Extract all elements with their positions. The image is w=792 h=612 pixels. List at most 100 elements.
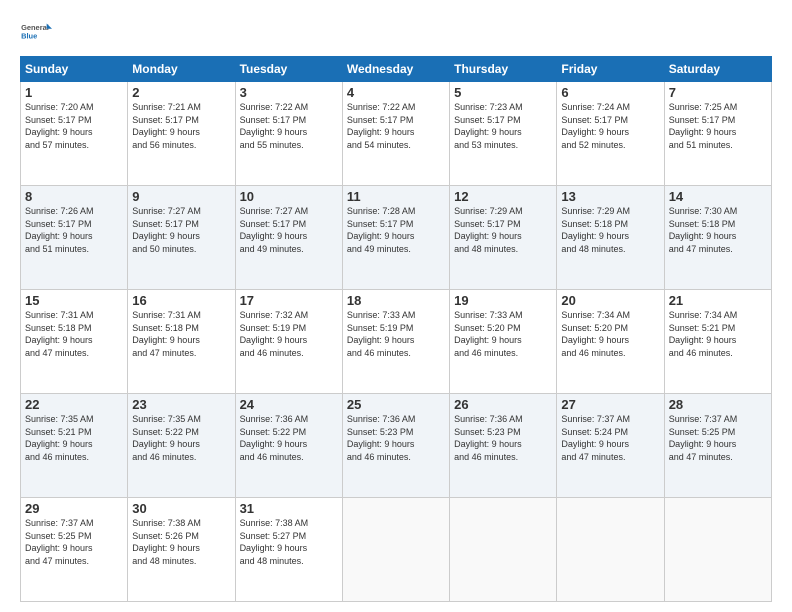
- day-info: Sunrise: 7:37 AM Sunset: 5:25 PM Dayligh…: [669, 413, 767, 463]
- week-row-3: 15Sunrise: 7:31 AM Sunset: 5:18 PM Dayli…: [21, 290, 772, 394]
- day-info: Sunrise: 7:21 AM Sunset: 5:17 PM Dayligh…: [132, 101, 230, 151]
- day-number: 21: [669, 293, 767, 308]
- day-cell: 12Sunrise: 7:29 AM Sunset: 5:17 PM Dayli…: [450, 186, 557, 290]
- day-number: 12: [454, 189, 552, 204]
- day-info: Sunrise: 7:29 AM Sunset: 5:17 PM Dayligh…: [454, 205, 552, 255]
- week-row-1: 1Sunrise: 7:20 AM Sunset: 5:17 PM Daylig…: [21, 82, 772, 186]
- day-cell: 3Sunrise: 7:22 AM Sunset: 5:17 PM Daylig…: [235, 82, 342, 186]
- day-cell: 25Sunrise: 7:36 AM Sunset: 5:23 PM Dayli…: [342, 394, 449, 498]
- day-cell: 21Sunrise: 7:34 AM Sunset: 5:21 PM Dayli…: [664, 290, 771, 394]
- day-cell: 2Sunrise: 7:21 AM Sunset: 5:17 PM Daylig…: [128, 82, 235, 186]
- day-number: 20: [561, 293, 659, 308]
- day-info: Sunrise: 7:28 AM Sunset: 5:17 PM Dayligh…: [347, 205, 445, 255]
- day-info: Sunrise: 7:36 AM Sunset: 5:22 PM Dayligh…: [240, 413, 338, 463]
- day-cell: 20Sunrise: 7:34 AM Sunset: 5:20 PM Dayli…: [557, 290, 664, 394]
- day-info: Sunrise: 7:22 AM Sunset: 5:17 PM Dayligh…: [347, 101, 445, 151]
- day-cell: 10Sunrise: 7:27 AM Sunset: 5:17 PM Dayli…: [235, 186, 342, 290]
- day-cell: 29Sunrise: 7:37 AM Sunset: 5:25 PM Dayli…: [21, 498, 128, 602]
- day-number: 27: [561, 397, 659, 412]
- day-cell: 19Sunrise: 7:33 AM Sunset: 5:20 PM Dayli…: [450, 290, 557, 394]
- day-cell: [557, 498, 664, 602]
- day-info: Sunrise: 7:24 AM Sunset: 5:17 PM Dayligh…: [561, 101, 659, 151]
- day-info: Sunrise: 7:27 AM Sunset: 5:17 PM Dayligh…: [132, 205, 230, 255]
- day-info: Sunrise: 7:34 AM Sunset: 5:21 PM Dayligh…: [669, 309, 767, 359]
- day-cell: 26Sunrise: 7:36 AM Sunset: 5:23 PM Dayli…: [450, 394, 557, 498]
- day-cell: 6Sunrise: 7:24 AM Sunset: 5:17 PM Daylig…: [557, 82, 664, 186]
- day-cell: 23Sunrise: 7:35 AM Sunset: 5:22 PM Dayli…: [128, 394, 235, 498]
- day-cell: 31Sunrise: 7:38 AM Sunset: 5:27 PM Dayli…: [235, 498, 342, 602]
- day-info: Sunrise: 7:33 AM Sunset: 5:20 PM Dayligh…: [454, 309, 552, 359]
- day-number: 19: [454, 293, 552, 308]
- weekday-header-saturday: Saturday: [664, 57, 771, 82]
- day-number: 3: [240, 85, 338, 100]
- day-info: Sunrise: 7:33 AM Sunset: 5:19 PM Dayligh…: [347, 309, 445, 359]
- day-number: 1: [25, 85, 123, 100]
- day-cell: 27Sunrise: 7:37 AM Sunset: 5:24 PM Dayli…: [557, 394, 664, 498]
- week-row-4: 22Sunrise: 7:35 AM Sunset: 5:21 PM Dayli…: [21, 394, 772, 498]
- calendar-table: SundayMondayTuesdayWednesdayThursdayFrid…: [20, 56, 772, 602]
- day-number: 14: [669, 189, 767, 204]
- week-row-2: 8Sunrise: 7:26 AM Sunset: 5:17 PM Daylig…: [21, 186, 772, 290]
- day-number: 4: [347, 85, 445, 100]
- day-cell: 9Sunrise: 7:27 AM Sunset: 5:17 PM Daylig…: [128, 186, 235, 290]
- day-number: 28: [669, 397, 767, 412]
- day-cell: 5Sunrise: 7:23 AM Sunset: 5:17 PM Daylig…: [450, 82, 557, 186]
- day-number: 18: [347, 293, 445, 308]
- day-number: 8: [25, 189, 123, 204]
- day-number: 11: [347, 189, 445, 204]
- day-number: 29: [25, 501, 123, 516]
- day-cell: [664, 498, 771, 602]
- weekday-header-wednesday: Wednesday: [342, 57, 449, 82]
- svg-text:General: General: [21, 23, 49, 32]
- day-cell: 30Sunrise: 7:38 AM Sunset: 5:26 PM Dayli…: [128, 498, 235, 602]
- day-cell: 17Sunrise: 7:32 AM Sunset: 5:19 PM Dayli…: [235, 290, 342, 394]
- day-number: 24: [240, 397, 338, 412]
- day-info: Sunrise: 7:25 AM Sunset: 5:17 PM Dayligh…: [669, 101, 767, 151]
- weekday-header-monday: Monday: [128, 57, 235, 82]
- day-number: 7: [669, 85, 767, 100]
- day-number: 5: [454, 85, 552, 100]
- day-info: Sunrise: 7:37 AM Sunset: 5:24 PM Dayligh…: [561, 413, 659, 463]
- weekday-header-friday: Friday: [557, 57, 664, 82]
- day-info: Sunrise: 7:22 AM Sunset: 5:17 PM Dayligh…: [240, 101, 338, 151]
- weekday-header-tuesday: Tuesday: [235, 57, 342, 82]
- day-info: Sunrise: 7:38 AM Sunset: 5:27 PM Dayligh…: [240, 517, 338, 567]
- header: General Blue: [20, 16, 772, 48]
- day-info: Sunrise: 7:35 AM Sunset: 5:22 PM Dayligh…: [132, 413, 230, 463]
- day-info: Sunrise: 7:23 AM Sunset: 5:17 PM Dayligh…: [454, 101, 552, 151]
- week-row-5: 29Sunrise: 7:37 AM Sunset: 5:25 PM Dayli…: [21, 498, 772, 602]
- day-number: 16: [132, 293, 230, 308]
- day-cell: 13Sunrise: 7:29 AM Sunset: 5:18 PM Dayli…: [557, 186, 664, 290]
- day-cell: 22Sunrise: 7:35 AM Sunset: 5:21 PM Dayli…: [21, 394, 128, 498]
- day-number: 9: [132, 189, 230, 204]
- day-cell: 11Sunrise: 7:28 AM Sunset: 5:17 PM Dayli…: [342, 186, 449, 290]
- day-info: Sunrise: 7:26 AM Sunset: 5:17 PM Dayligh…: [25, 205, 123, 255]
- day-info: Sunrise: 7:20 AM Sunset: 5:17 PM Dayligh…: [25, 101, 123, 151]
- day-info: Sunrise: 7:30 AM Sunset: 5:18 PM Dayligh…: [669, 205, 767, 255]
- weekday-header-row: SundayMondayTuesdayWednesdayThursdayFrid…: [21, 57, 772, 82]
- day-number: 23: [132, 397, 230, 412]
- day-info: Sunrise: 7:36 AM Sunset: 5:23 PM Dayligh…: [347, 413, 445, 463]
- day-info: Sunrise: 7:37 AM Sunset: 5:25 PM Dayligh…: [25, 517, 123, 567]
- day-cell: [342, 498, 449, 602]
- day-info: Sunrise: 7:32 AM Sunset: 5:19 PM Dayligh…: [240, 309, 338, 359]
- day-number: 2: [132, 85, 230, 100]
- day-number: 26: [454, 397, 552, 412]
- day-info: Sunrise: 7:38 AM Sunset: 5:26 PM Dayligh…: [132, 517, 230, 567]
- day-cell: 18Sunrise: 7:33 AM Sunset: 5:19 PM Dayli…: [342, 290, 449, 394]
- day-info: Sunrise: 7:27 AM Sunset: 5:17 PM Dayligh…: [240, 205, 338, 255]
- weekday-header-thursday: Thursday: [450, 57, 557, 82]
- day-cell: 15Sunrise: 7:31 AM Sunset: 5:18 PM Dayli…: [21, 290, 128, 394]
- day-number: 31: [240, 501, 338, 516]
- day-info: Sunrise: 7:34 AM Sunset: 5:20 PM Dayligh…: [561, 309, 659, 359]
- day-info: Sunrise: 7:29 AM Sunset: 5:18 PM Dayligh…: [561, 205, 659, 255]
- day-cell: 8Sunrise: 7:26 AM Sunset: 5:17 PM Daylig…: [21, 186, 128, 290]
- day-number: 22: [25, 397, 123, 412]
- day-number: 25: [347, 397, 445, 412]
- day-cell: 7Sunrise: 7:25 AM Sunset: 5:17 PM Daylig…: [664, 82, 771, 186]
- day-cell: 14Sunrise: 7:30 AM Sunset: 5:18 PM Dayli…: [664, 186, 771, 290]
- day-info: Sunrise: 7:31 AM Sunset: 5:18 PM Dayligh…: [25, 309, 123, 359]
- day-cell: 1Sunrise: 7:20 AM Sunset: 5:17 PM Daylig…: [21, 82, 128, 186]
- day-cell: [450, 498, 557, 602]
- day-number: 6: [561, 85, 659, 100]
